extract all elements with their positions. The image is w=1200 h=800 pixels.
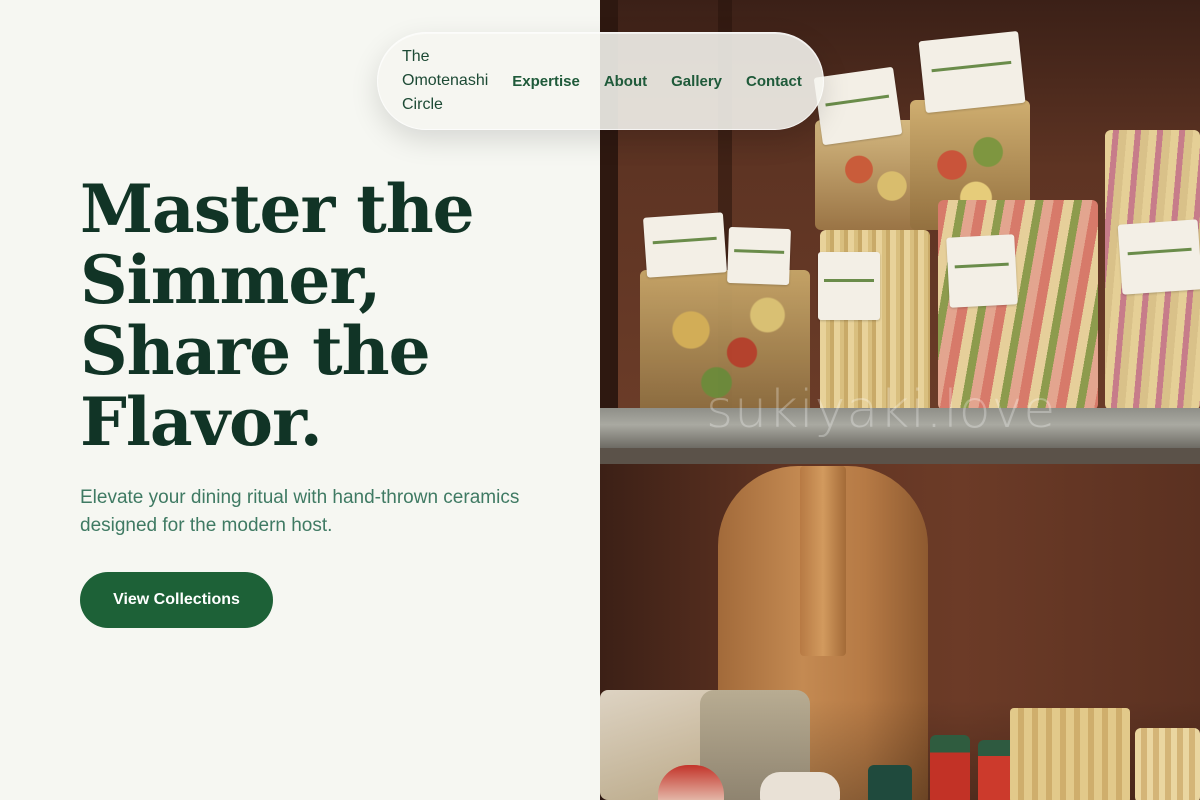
hero-subtitle: Elevate your dining ritual with hand-thr…: [80, 487, 520, 536]
nav-link-contact[interactable]: Contact: [746, 73, 802, 90]
brand-logo-text[interactable]: The Omotenashi Circle: [402, 45, 488, 117]
nav-links: Expertise About Gallery Contact: [512, 73, 802, 90]
top-navigation: The Omotenashi Circle Expertise About Ga…: [377, 32, 824, 130]
nav-link-gallery[interactable]: Gallery: [671, 73, 722, 90]
view-collections-button[interactable]: View Collections: [80, 572, 273, 628]
hero-title: Master the Simmer, Share the Flavor.: [80, 170, 475, 461]
nav-link-expertise[interactable]: Expertise: [512, 73, 580, 90]
nav-link-about[interactable]: About: [604, 73, 647, 90]
image-watermark: sukiyaki.love: [706, 380, 1057, 440]
